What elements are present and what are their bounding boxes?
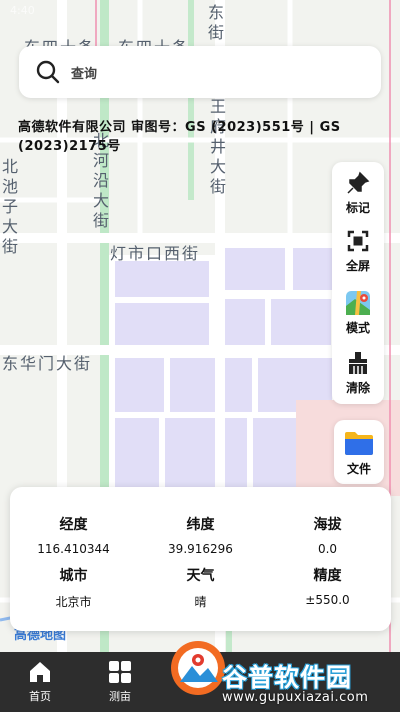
- mark-label: 标记: [345, 201, 370, 215]
- altitude-label: 海拔: [313, 517, 342, 533]
- grid-icon: [108, 660, 132, 684]
- nav-measure[interactable]: 测亩: [95, 660, 145, 704]
- watermark-logo-icon: [171, 641, 225, 695]
- map-toolbar: 标记 全屏 模式 清除: [332, 162, 384, 404]
- file-label: 文件: [346, 462, 371, 476]
- weather-label: 天气: [186, 568, 215, 584]
- watermark-title: 谷普软件园: [222, 663, 353, 692]
- street-label-donghuamen: 东华门大街: [2, 354, 93, 373]
- folder-icon: [344, 430, 374, 456]
- home-icon: [28, 660, 52, 684]
- fullscreen-label: 全屏: [345, 259, 370, 273]
- pin-icon: [345, 170, 371, 196]
- longitude-cell: 经度 116.410344: [10, 514, 137, 556]
- street-label-north-pool: 北池子大街: [0, 158, 18, 258]
- fullscreen-button[interactable]: 全屏: [332, 220, 384, 278]
- weather-cell: 天气 晴: [137, 565, 264, 610]
- watermark: 谷普软件园 www.gupuxiazai.com: [168, 634, 400, 712]
- accuracy-label: 精度: [313, 568, 342, 584]
- accuracy-value: ±550.0: [305, 593, 350, 607]
- weather-value: 晴: [194, 595, 207, 609]
- location-info-card: 经度 116.410344 纬度 39.916296 海拔 0.0 城市 北京市…: [10, 487, 391, 631]
- map-copyright: 高德软件有限公司 审图号：GS (2023)551号 | GS (2023)21…: [18, 120, 341, 154]
- file-button[interactable]: 文件: [334, 420, 384, 484]
- clear-button[interactable]: 清除: [332, 342, 384, 400]
- mode-label: 模式: [345, 321, 370, 335]
- search-icon: [35, 59, 61, 85]
- latitude-cell: 纬度 39.916296: [137, 514, 264, 556]
- fullscreen-icon: [345, 228, 371, 254]
- search-placeholder: 查询: [71, 66, 98, 82]
- search-bar[interactable]: 查询: [19, 46, 381, 98]
- nav-home-label: 首页: [29, 690, 51, 703]
- longitude-label: 经度: [59, 517, 88, 533]
- latitude-value: 39.916296: [168, 542, 233, 556]
- latitude-label: 纬度: [186, 517, 215, 533]
- status-time: 4:40: [10, 4, 35, 17]
- nav-home[interactable]: 首页: [15, 660, 65, 704]
- street-label-east: 东街: [205, 4, 224, 44]
- altitude-cell: 海拔 0.0: [264, 514, 391, 556]
- map-mode-icon: [345, 290, 371, 316]
- altitude-value: 0.0: [317, 542, 338, 556]
- clear-label: 清除: [345, 381, 370, 395]
- street-label-dengshikou: 灯市口西街: [110, 244, 201, 263]
- watermark-url: www.gupuxiazai.com: [222, 690, 369, 705]
- accuracy-cell: 精度 ±550.0: [264, 565, 391, 607]
- mark-button[interactable]: 标记: [332, 162, 384, 220]
- broom-icon: [345, 350, 371, 376]
- city-label: 城市: [59, 568, 88, 584]
- nav-measure-label: 测亩: [109, 690, 131, 703]
- city-value: 北京市: [55, 595, 92, 609]
- city-cell: 城市 北京市: [10, 565, 137, 610]
- mode-button[interactable]: 模式: [332, 282, 384, 340]
- longitude-value: 116.410344: [37, 542, 110, 556]
